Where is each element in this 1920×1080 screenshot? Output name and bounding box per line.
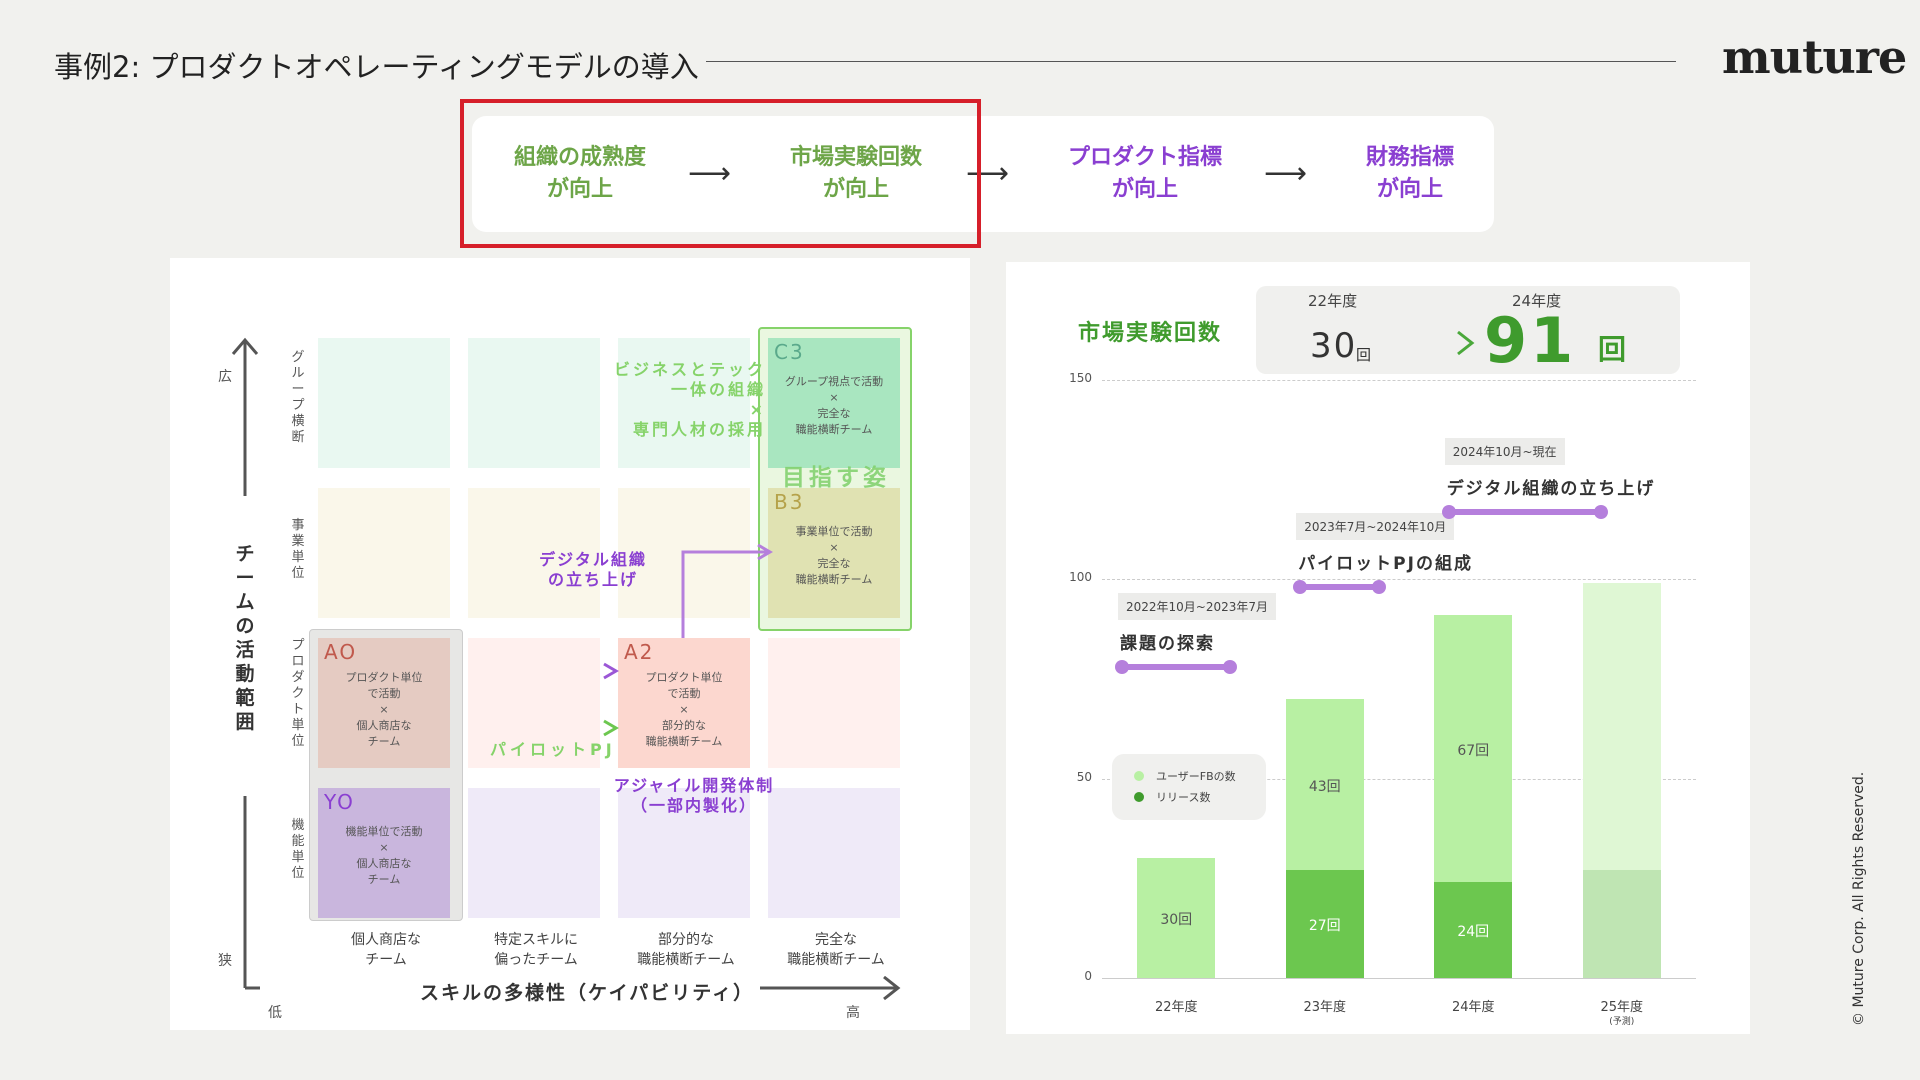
flow-step-3-line1: プロダクト指標 [1067,145,1222,170]
x-tick-label: 22年度 [1154,1000,1198,1015]
bar-label-release: 27回 [1308,918,1341,935]
phase-start-dot [1441,504,1456,519]
page-title: 事例2: プロダクトオペレーティングモデルの導入 [54,50,699,84]
chart-panel: 市場実験回数 22年度 30 回 24年度 91 回 0 50 100 150 30回 2… [1006,262,1750,1034]
flow-step-4-line2: が向上 [1376,177,1443,202]
phase-end-dot [1371,580,1386,595]
x-tick-note: (予測) [1609,1017,1635,1027]
bar-label-feedback: 30回 [1160,912,1193,929]
phase-date: 2022年10月~2023年7月 [1118,593,1277,621]
legend-swatch-release [1134,792,1144,802]
phase-title: 課題の探索 [1120,634,1215,655]
gridline [1102,380,1696,381]
copyright: © Muture Corp. All Rights Reserved. [1851,771,1867,1026]
phase-bar [1122,664,1231,671]
legend-label-fb: ユーザーFBの数 [1156,770,1236,783]
y-tick-label: 150 [1069,371,1092,385]
flow-step-4: 財務指標 が向上 [1330,142,1490,206]
phase-bar [1448,508,1602,515]
bar-label-release: 24回 [1457,924,1490,941]
flow-step-4-line1: 財務指標 [1365,145,1454,170]
chart-legend: ユーザーFBの数 リリース数 [1112,754,1266,820]
bar-release [1582,870,1661,978]
phase-date: 2023年7月~2024年10月 [1296,513,1455,541]
bar-feedback [1582,583,1661,871]
legend-swatch-fb [1134,771,1144,781]
matrix-arrows [466,543,773,737]
phase-date: 2024年10月~現在 [1444,437,1565,465]
phase-start-dot [1115,660,1129,675]
y-tick-label: 0 [1084,969,1092,983]
phase-start-dot [1293,580,1308,595]
bar-label-feedback: 67回 [1457,742,1490,759]
y-tick-label: 100 [1069,570,1092,585]
chart-area: 0 50 100 150 30回 22年度 27回 43回 23年度 24回 67回 24年度 25年度… [1006,262,1750,1034]
legend-label-release: リリース数 [1156,791,1211,804]
phase-title: パイロットPJの組成 [1298,554,1473,575]
x-tick-label: 25年度 [1600,1000,1644,1015]
x-tick-label: 23年度 [1303,1000,1347,1015]
phase-title: デジタル組織の立ち上げ [1446,478,1656,499]
gridline [1102,579,1696,581]
logo: muture [1722,30,1907,84]
phase-end-dot [1223,660,1238,675]
flow-highlight-box [460,99,981,248]
flow-arrow-3: ⟶ [1264,156,1308,191]
y-tick-label: 50 [1076,769,1092,784]
flow-step-3-line2: が向上 [1111,177,1178,202]
gridline [1102,978,1696,979]
matrix-panel: 広 狭 チームの活動範囲 低 高 スキルの多様性（ケイパビリティ） グループ横断… [170,258,970,1030]
bar-label-feedback: 43回 [1308,778,1341,795]
flow-step-3: プロダクト指標 が向上 [1050,142,1240,206]
title-underline [706,61,1676,62]
phase-bar [1300,584,1379,591]
phase-end-dot [1594,504,1609,519]
x-tick-label: 24年度 [1451,1000,1495,1015]
